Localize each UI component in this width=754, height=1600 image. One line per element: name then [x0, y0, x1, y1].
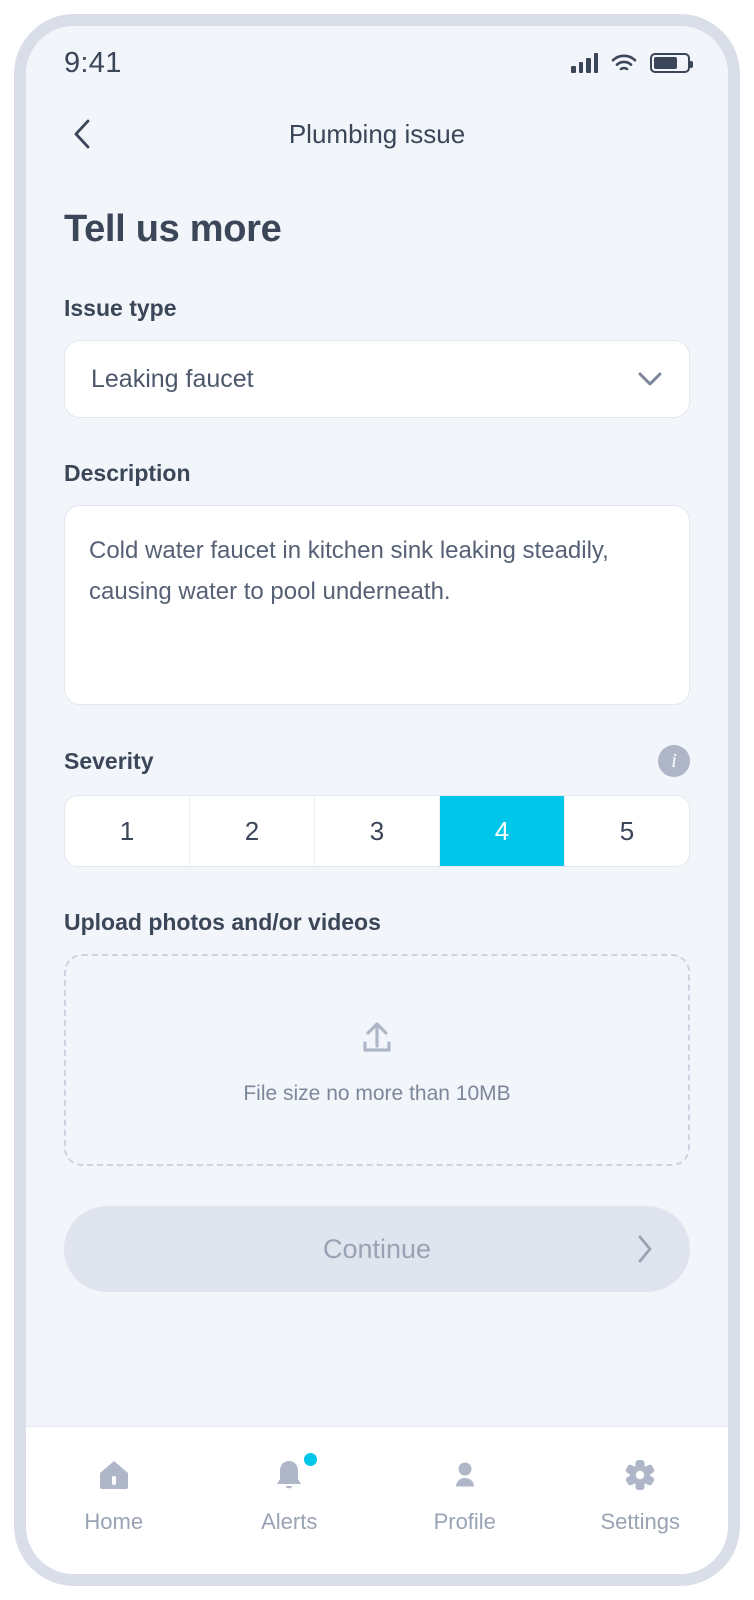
phone-frame: 9:41 Plumbing issue Tell us more Issue t… — [14, 14, 740, 1586]
issue-type-select[interactable]: Leaking faucet — [64, 340, 690, 418]
nav-item-settings[interactable]: Settings — [553, 1455, 729, 1535]
page-title: Tell us more — [64, 208, 282, 250]
bell-icon-wrap — [270, 1453, 318, 1495]
upload-dropzone[interactable]: File size no more than 10MB — [64, 954, 690, 1166]
continue-button[interactable]: Continue — [64, 1206, 690, 1292]
upload-hint: File size no more than 10MB — [243, 1082, 511, 1105]
gear-icon-wrap — [621, 1455, 659, 1495]
status-bar: 9:41 — [26, 26, 728, 100]
app-header: Plumbing issue — [26, 100, 728, 168]
bottom-navigation: Home Alerts Profile Settings — [26, 1426, 728, 1574]
issue-type-label: Issue type — [64, 295, 177, 321]
user-icon — [455, 1462, 474, 1487]
nav-item-profile[interactable]: Profile — [377, 1455, 553, 1535]
severity-option-5[interactable]: 5 — [565, 796, 689, 866]
upload-icon — [363, 1022, 391, 1052]
battery-icon — [650, 53, 693, 73]
page-title-header: Plumbing issue — [288, 118, 466, 149]
form-content: Tell us more Issue type Leaking faucet D… — [26, 168, 728, 1426]
nav-item-home[interactable]: Home — [26, 1455, 202, 1535]
status-time: 9:41 — [64, 46, 122, 79]
signal-bars-icon — [571, 53, 598, 73]
home-icon — [99, 1461, 128, 1489]
nav-label-settings: Settings — [600, 1509, 681, 1534]
wifi-icon — [611, 54, 637, 71]
description-textarea[interactable]: Cold water faucet in kitchen sink leakin… — [64, 505, 690, 705]
back-button[interactable] — [64, 116, 100, 152]
severity-option-3[interactable]: 3 — [315, 796, 440, 866]
bell-icon — [277, 1461, 302, 1489]
severity-label: Severity — [64, 747, 154, 774]
severity-option-1[interactable]: 1 — [65, 796, 190, 866]
severity-segmented-control[interactable]: 1 2 3 4 5 — [64, 795, 690, 867]
description-value: Cold water faucet in kitchen sink leakin… — [89, 537, 616, 606]
nav-item-alerts[interactable]: Alerts — [202, 1453, 378, 1535]
status-icons — [571, 53, 693, 73]
nav-label-home: Home — [84, 1509, 144, 1534]
upload-label: Upload photos and/or videos — [64, 909, 381, 935]
home-icon-wrap — [95, 1455, 133, 1495]
nav-label-alerts: Alerts — [261, 1509, 318, 1534]
alerts-badge — [304, 1453, 318, 1466]
description-label: Description — [64, 460, 191, 486]
severity-option-4[interactable]: 4 — [440, 796, 565, 866]
chevron-right-icon — [636, 1234, 654, 1264]
user-icon-wrap — [446, 1455, 484, 1495]
severity-option-2[interactable]: 2 — [190, 796, 315, 866]
continue-label: Continue — [322, 1233, 432, 1264]
gear-icon — [626, 1460, 655, 1490]
severity-header: Severity i — [64, 745, 690, 777]
nav-label-profile: Profile — [433, 1509, 496, 1534]
info-icon[interactable]: i — [658, 745, 690, 777]
chevron-down-icon — [638, 372, 662, 386]
issue-type-value: Leaking faucet — [91, 364, 254, 393]
chevron-left-icon — [74, 119, 90, 149]
